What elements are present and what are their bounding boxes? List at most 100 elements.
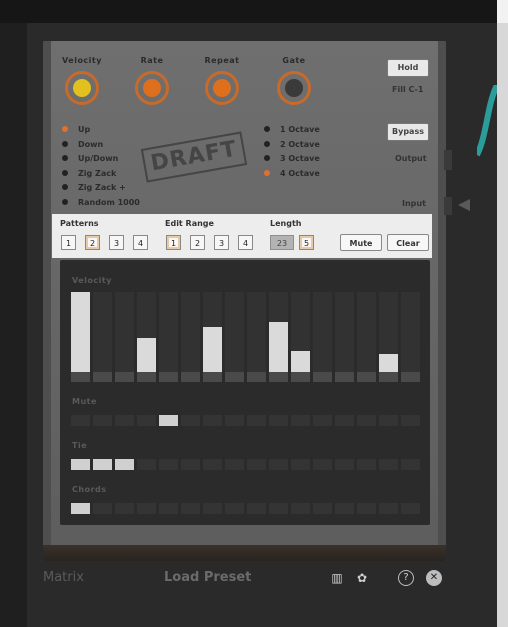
bypass-button[interactable]: Bypass [387,123,429,141]
mode-item[interactable]: Zig Zack + [62,183,126,192]
tie-step[interactable] [137,459,156,470]
tie-step[interactable] [357,459,376,470]
octave-label: 1 Octave [280,125,320,134]
tie-step[interactable] [203,459,222,470]
knob-3[interactable] [277,71,311,105]
close-icon[interactable]: ✕ [426,570,442,586]
velocity-step[interactable] [247,292,266,382]
mute-step[interactable] [181,415,200,426]
velocity-step[interactable] [93,292,112,382]
mute-step[interactable] [137,415,156,426]
tie-step[interactable] [401,459,420,470]
mute-step[interactable] [401,415,420,426]
chord-step[interactable] [137,503,156,514]
chord-step[interactable] [181,503,200,514]
tie-step[interactable] [93,459,112,470]
chord-step[interactable] [71,503,90,514]
mute-button[interactable]: Mute [340,234,382,251]
chord-step[interactable] [159,503,178,514]
mute-step[interactable] [247,415,266,426]
mode-item[interactable]: Down [62,140,103,149]
clear-button[interactable]: Clear [387,234,429,251]
tie-step[interactable] [269,459,288,470]
velocity-step[interactable] [335,292,354,382]
octave-item[interactable]: 4 Octave [264,169,320,178]
tie-step[interactable] [115,459,134,470]
chord-step[interactable] [291,503,310,514]
velocity-step[interactable] [159,292,178,382]
octave-item[interactable]: 3 Octave [264,154,320,163]
octave-item[interactable]: 2 Octave [264,140,320,149]
velocity-step[interactable] [71,292,90,382]
chord-step[interactable] [203,503,222,514]
tie-step[interactable] [313,459,332,470]
velocity-step[interactable] [137,292,156,382]
palette-icon[interactable]: ✿ [354,570,370,586]
velocity-step[interactable] [401,292,420,382]
knob-1[interactable] [135,71,169,105]
mode-item[interactable]: Up [62,125,90,134]
tie-step[interactable] [181,459,200,470]
velocity-step[interactable] [225,292,244,382]
length-steps[interactable]: 5 [299,235,314,250]
tie-step[interactable] [225,459,244,470]
tie-step[interactable] [291,459,310,470]
velocity-step[interactable] [379,292,398,382]
mode-item[interactable]: Up/Down [62,154,118,163]
mode-item[interactable]: Random 1000 [62,198,140,207]
mute-step[interactable] [115,415,134,426]
velocity-step[interactable] [291,292,310,382]
help-icon[interactable]: ? [398,570,414,586]
tie-step[interactable] [335,459,354,470]
chord-step[interactable] [401,503,420,514]
tie-step[interactable] [247,459,266,470]
tie-step[interactable] [159,459,178,470]
mute-step[interactable] [269,415,288,426]
velocity-base [225,372,244,382]
mute-step[interactable] [71,415,90,426]
tie-step[interactable] [71,459,90,470]
chord-step[interactable] [335,503,354,514]
mute-step[interactable] [379,415,398,426]
chord-step[interactable] [115,503,134,514]
edit-range-button-2[interactable]: 2 [190,235,205,250]
chord-step[interactable] [357,503,376,514]
edit-range-button-4[interactable]: 4 [238,235,253,250]
chord-step[interactable] [93,503,112,514]
velocity-step[interactable] [269,292,288,382]
pattern-button-4[interactable]: 4 [133,235,148,250]
chord-step[interactable] [313,503,332,514]
chord-step[interactable] [247,503,266,514]
length-label: Length [270,219,302,228]
chord-step[interactable] [225,503,244,514]
pattern-button-1[interactable]: 1 [61,235,76,250]
edit-range-button-1[interactable]: 1 [166,235,181,250]
mute-step[interactable] [225,415,244,426]
mute-step[interactable] [335,415,354,426]
length-value[interactable]: 23 [270,235,294,250]
chord-step[interactable] [379,503,398,514]
mute-step[interactable] [159,415,178,426]
velocity-step[interactable] [357,292,376,382]
knob-2[interactable] [205,71,239,105]
tie-step[interactable] [379,459,398,470]
velocity-step[interactable] [181,292,200,382]
hold-button[interactable]: Hold [387,59,429,77]
pattern-button-3[interactable]: 3 [109,235,124,250]
velocity-step[interactable] [203,292,222,382]
mode-item[interactable]: Zig Zack [62,169,116,178]
octave-item[interactable]: 1 Octave [264,125,320,134]
velocity-step[interactable] [313,292,332,382]
mute-step[interactable] [291,415,310,426]
edit-range-button-3[interactable]: 3 [214,235,229,250]
mute-step[interactable] [357,415,376,426]
mute-step[interactable] [313,415,332,426]
pattern-button-2[interactable]: 2 [85,235,100,250]
chord-step[interactable] [269,503,288,514]
load-preset-button[interactable]: Load Preset [164,570,251,585]
knob-0[interactable] [65,71,99,105]
keyboard-icon[interactable]: ▥ [329,570,345,586]
velocity-step[interactable] [115,292,134,382]
mute-step[interactable] [93,415,112,426]
mute-step[interactable] [203,415,222,426]
